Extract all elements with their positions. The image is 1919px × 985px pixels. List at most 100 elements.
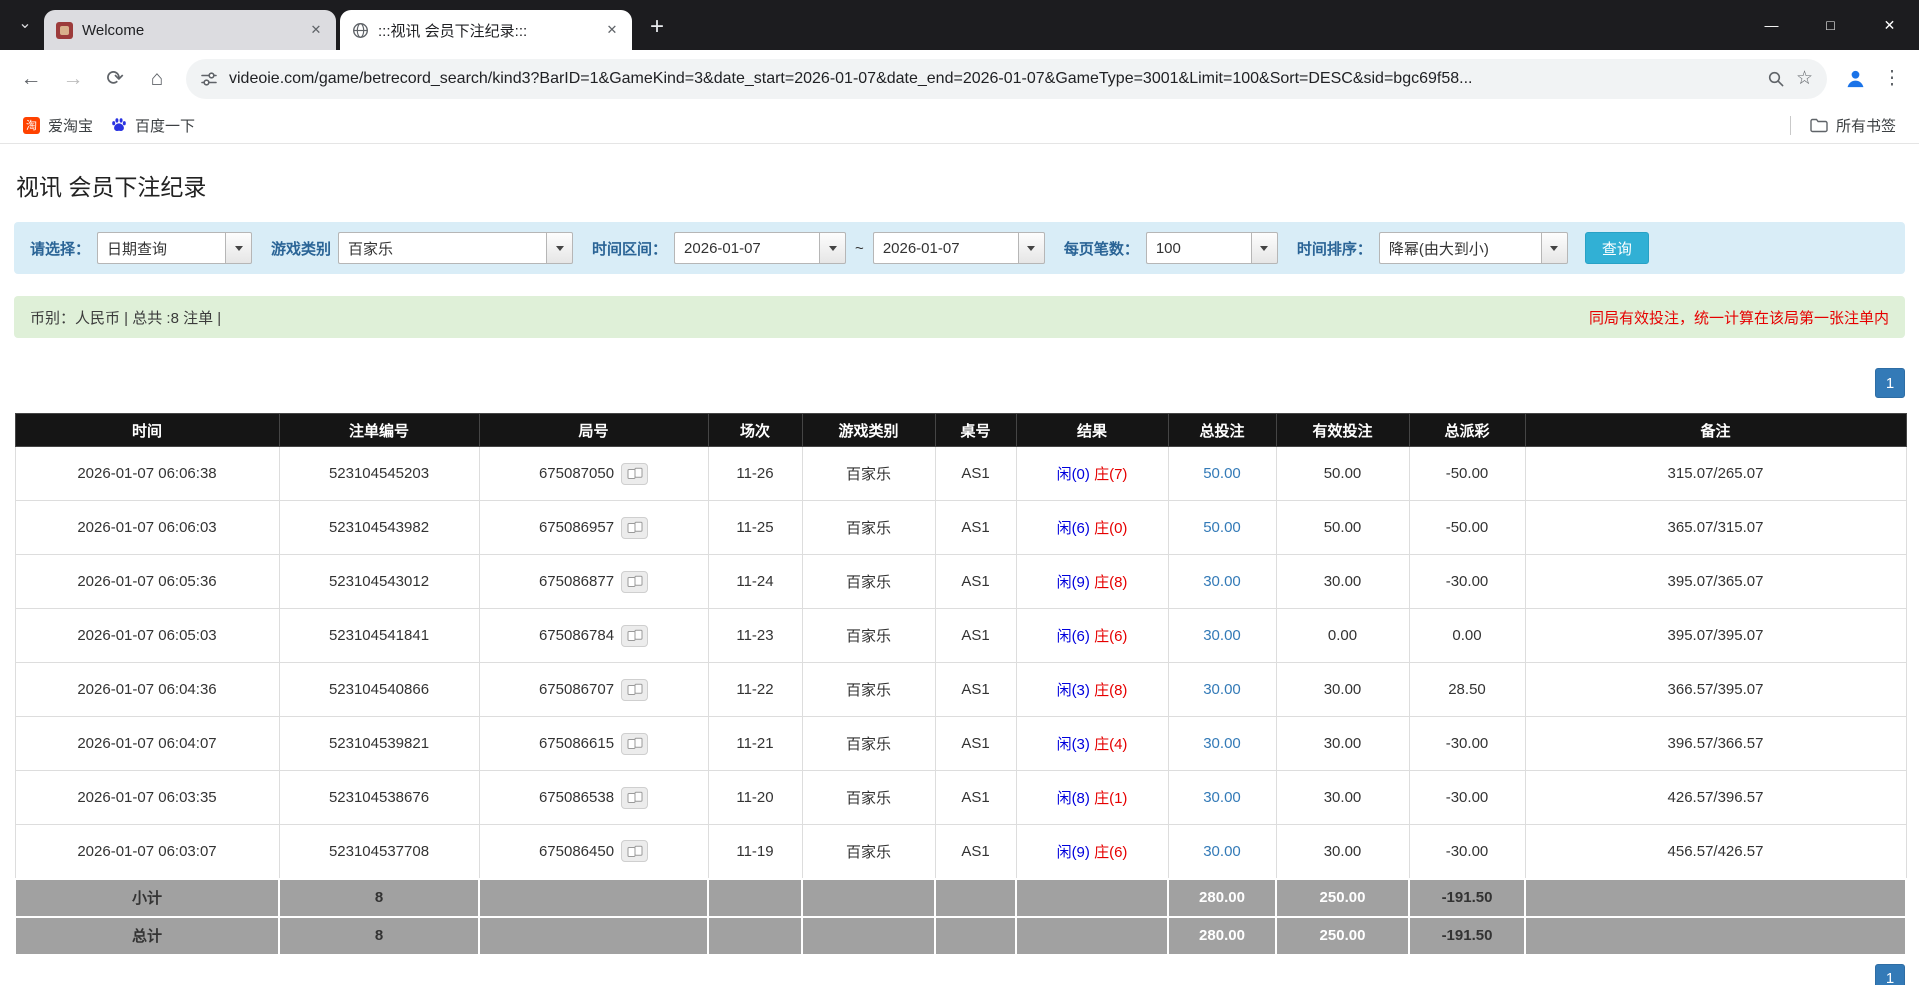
- bet-id: 523104543012: [279, 555, 479, 609]
- round-number: 675086957: [539, 519, 614, 536]
- round-result-icon[interactable]: [621, 571, 648, 593]
- total-bet-cell: 30.00: [1168, 609, 1276, 663]
- home-icon[interactable]: ⌂: [136, 58, 178, 100]
- page-content: 视讯 会员下注纪录 请选择： 游戏类别 时间区间： ~ 每页笔数：: [0, 168, 1919, 985]
- valid-bet: 30.00: [1276, 555, 1409, 609]
- game-kind: 百家乐: [802, 771, 935, 825]
- session: 11-23: [708, 609, 802, 663]
- total-bet-link[interactable]: 50.00: [1203, 465, 1241, 482]
- player-result: 闲(6): [1057, 628, 1090, 645]
- date-start-dropdown-icon[interactable]: [819, 232, 846, 264]
- close-window-icon[interactable]: ✕: [1860, 0, 1919, 50]
- folder-icon: [1810, 118, 1828, 133]
- result-cell: 闲(8) 庄(1): [1016, 771, 1168, 825]
- tab-close-icon[interactable]: ✕: [602, 20, 622, 40]
- valid-bet: 30.00: [1276, 771, 1409, 825]
- address-bar[interactable]: videoie.com/game/betrecord_search/kind3?…: [186, 59, 1827, 99]
- total-bet-link[interactable]: 30.00: [1203, 789, 1241, 806]
- table-no: AS1: [935, 825, 1016, 879]
- bookmark-baidu[interactable]: 百度一下: [102, 111, 204, 140]
- total-bet-link[interactable]: 50.00: [1203, 519, 1241, 536]
- round-cell: 675086784: [479, 609, 708, 663]
- minimize-icon[interactable]: —: [1742, 0, 1801, 50]
- page-size-input[interactable]: [1146, 232, 1251, 264]
- game-kind: 百家乐: [802, 501, 935, 555]
- sort-input[interactable]: [1379, 232, 1541, 264]
- round-result-icon[interactable]: [621, 625, 648, 647]
- table-no: AS1: [935, 501, 1016, 555]
- player-result: 闲(6): [1057, 520, 1090, 537]
- zoom-icon[interactable]: [1767, 70, 1785, 88]
- tab-betrecord[interactable]: :::视讯 会员下注纪录::: ✕: [340, 10, 632, 50]
- page-size-dropdown-icon[interactable]: [1251, 232, 1278, 264]
- total-bet-cell: 30.00: [1168, 825, 1276, 879]
- sort-dropdown-icon[interactable]: [1541, 232, 1568, 264]
- browser-window: ⌄ Welcome ✕ :::视讯 会员下注纪录::: ✕ + — □ ✕ ← …: [0, 0, 1919, 985]
- search-button[interactable]: 查询: [1585, 232, 1649, 264]
- bookmark-taobao[interactable]: 淘 爱淘宝: [14, 111, 102, 140]
- bookmarks-divider: [1790, 116, 1791, 135]
- round-number: 675086538: [539, 789, 614, 806]
- bookmark-star-icon[interactable]: ☆: [1796, 67, 1813, 90]
- session: 11-19: [708, 825, 802, 879]
- total-bet-link[interactable]: 30.00: [1203, 681, 1241, 698]
- round-result-icon[interactable]: [621, 517, 648, 539]
- all-bookmarks-label: 所有书签: [1836, 115, 1896, 136]
- pagination-page-1[interactable]: 1: [1875, 368, 1905, 398]
- round-result-icon[interactable]: [621, 840, 648, 862]
- tab-close-icon[interactable]: ✕: [306, 20, 326, 40]
- table-row: 2026-01-07 06:05:36 523104543012 6750868…: [15, 555, 1906, 609]
- total-bet-link[interactable]: 30.00: [1203, 735, 1241, 752]
- game-kind-input[interactable]: [338, 232, 546, 264]
- round-result-icon[interactable]: [621, 733, 648, 755]
- date-end-input[interactable]: [873, 232, 1018, 264]
- tab-search-icon[interactable]: ⌄: [12, 10, 38, 36]
- profile-avatar-icon[interactable]: [1835, 59, 1875, 99]
- total-bet-link[interactable]: 30.00: [1203, 843, 1241, 860]
- bet-time: 2026-01-07 06:05:03: [15, 609, 279, 663]
- total-bet-link[interactable]: 30.00: [1203, 627, 1241, 644]
- pagination-page-1-bottom[interactable]: 1: [1875, 964, 1905, 985]
- taobao-icon: 淘: [23, 117, 40, 134]
- valid-bet: 50.00: [1276, 501, 1409, 555]
- forward-icon[interactable]: →: [52, 58, 94, 100]
- total-bet-cell: 50.00: [1168, 447, 1276, 501]
- round-result-icon[interactable]: [621, 463, 648, 485]
- tab-welcome[interactable]: Welcome ✕: [44, 10, 336, 50]
- game-kind-dropdown-icon[interactable]: [546, 232, 573, 264]
- query-type-dropdown-icon[interactable]: [225, 232, 252, 264]
- all-bookmarks-button[interactable]: 所有书签: [1801, 111, 1905, 140]
- maximize-icon[interactable]: □: [1801, 0, 1860, 50]
- date-start-input[interactable]: [674, 232, 819, 264]
- col-valid-bet: 有效投注: [1276, 414, 1409, 447]
- sort-label: 时间排序：: [1297, 238, 1372, 259]
- summary-bar: 币别：人民币 | 总共 :8 注单 | 同局有效投注，统一计算在该局第一张注单内: [14, 296, 1905, 338]
- table-row: 2026-01-07 06:05:03 523104541841 6750867…: [15, 609, 1906, 663]
- new-tab-icon[interactable]: +: [644, 14, 670, 40]
- round-result-icon[interactable]: [621, 679, 648, 701]
- round-result-icon[interactable]: [621, 787, 648, 809]
- total-bet-cell: 30.00: [1168, 717, 1276, 771]
- bet-time: 2026-01-07 06:06:03: [15, 501, 279, 555]
- remark: 365.07/315.07: [1525, 501, 1906, 555]
- valid-bet: 30.00: [1276, 663, 1409, 717]
- reload-icon[interactable]: ⟳: [94, 58, 136, 100]
- total-bet-link[interactable]: 30.00: [1203, 573, 1241, 590]
- player-result: 闲(9): [1057, 574, 1090, 591]
- site-settings-icon[interactable]: [200, 70, 218, 88]
- total-bet-cell: 30.00: [1168, 663, 1276, 717]
- subtotal-total-bet: 280.00: [1168, 879, 1276, 917]
- total-bet-cell: 30.00: [1168, 771, 1276, 825]
- table-header-row: 时间 注单编号 局号 场次 游戏类别 桌号 结果 总投注 有效投注 总派彩 备注: [15, 414, 1906, 447]
- query-type-input[interactable]: [97, 232, 225, 264]
- url-text: videoie.com/game/betrecord_search/kind3?…: [229, 70, 1756, 88]
- sort-select: [1379, 232, 1568, 264]
- browser-menu-icon[interactable]: ⋮: [1875, 66, 1909, 91]
- back-icon[interactable]: ←: [10, 58, 52, 100]
- col-bet-id: 注单编号: [279, 414, 479, 447]
- total-bet-cell: 50.00: [1168, 501, 1276, 555]
- payout: -30.00: [1409, 825, 1525, 879]
- game-kind-select: [338, 232, 573, 264]
- result-cell: 闲(0) 庄(7): [1016, 447, 1168, 501]
- date-end-dropdown-icon[interactable]: [1018, 232, 1045, 264]
